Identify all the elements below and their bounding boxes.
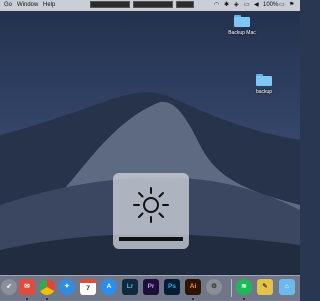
brightness-hud (113, 173, 189, 249)
premiere-icon[interactable]: Pr (143, 279, 159, 295)
user-folder-icon[interactable]: ⌂ (279, 279, 295, 295)
desktop-icon-label: Backup Mac (228, 30, 256, 36)
photoshop-icon[interactable]: Ps (164, 279, 180, 295)
battery-icon[interactable]: ▭ (279, 1, 285, 10)
wifi-icon[interactable]: ◠ (214, 1, 219, 10)
calendar-icon[interactable]: 7 (80, 279, 96, 295)
menu-go[interactable]: Go (4, 1, 12, 10)
sun-icon (133, 187, 169, 223)
desktop-folder-backup[interactable]: backup (239, 74, 289, 95)
illustrator-icon[interactable]: Ai (185, 279, 201, 295)
folder-icon (234, 15, 250, 27)
desktop-icon-label: backup (255, 89, 273, 95)
dock: ➶ ✉ ✦ 7 A Lr Pr Ps Ai ⚙ ≋ ✎ ⌂ (0, 275, 300, 301)
menubar-app-item[interactable] (133, 1, 173, 8)
system-preferences-icon[interactable]: ⚙ (206, 279, 222, 295)
dropbox-icon[interactable]: ◈ (234, 1, 239, 10)
app-store-icon[interactable]: A (101, 279, 117, 295)
brightness-level-bar (119, 237, 183, 241)
mail-icon[interactable]: ✉ (19, 279, 35, 295)
folder-icon (256, 74, 272, 86)
menu-window[interactable]: Window (17, 1, 38, 10)
launchpad-icon[interactable]: ➶ (1, 279, 17, 295)
script-editor-icon[interactable]: ✎ (257, 279, 273, 295)
spotify-icon[interactable]: ≋ (236, 279, 252, 295)
bluetooth-icon[interactable]: ✱ (224, 1, 229, 10)
chrome-icon[interactable] (39, 279, 55, 295)
safari-icon[interactable]: ✦ (59, 279, 75, 295)
flag-icon[interactable]: ⚑ (289, 1, 294, 10)
desktop-folder-backup-mac[interactable]: Backup Mac (217, 15, 267, 36)
battery-text: 100% (263, 2, 279, 8)
lightroom-icon[interactable]: Lr (122, 279, 138, 295)
menu-bar: Go Window Help ◠ ✱ ◈ ▭ ◀ 100% ▭ ⚑ (0, 0, 300, 11)
menu-help[interactable]: Help (43, 1, 55, 10)
volume-icon[interactable]: ◀ (254, 1, 259, 10)
menubar-app-item[interactable] (90, 1, 130, 8)
desktop-wallpaper (0, 0, 300, 300)
airplay-icon[interactable]: ▭ (244, 1, 250, 10)
menubar-app-item[interactable] (176, 1, 194, 8)
brightness-level-fill (119, 237, 183, 241)
dock-separator (231, 279, 232, 297)
